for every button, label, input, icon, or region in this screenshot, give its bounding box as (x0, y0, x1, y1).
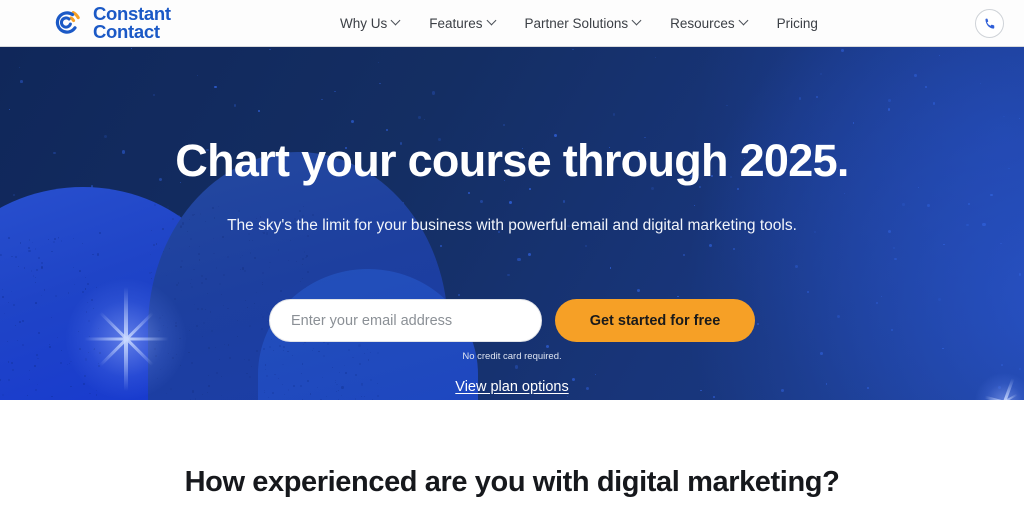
site-header: Constant Contact Why Us Features Partner… (0, 0, 1024, 47)
chevron-down-icon (392, 17, 401, 26)
hero-content: Chart your course through 2025. The sky'… (0, 47, 1024, 400)
hero-headline: Chart your course through 2025. (175, 135, 849, 186)
logo-wordmark: Constant Contact (93, 4, 171, 43)
nav-label: Partner Solutions (524, 16, 629, 31)
hero-section: Chart your course through 2025. The sky'… (0, 47, 1024, 400)
no-credit-card-note: No credit card required. (462, 351, 562, 362)
constant-contact-swirl-icon (50, 5, 86, 41)
view-plan-options-link[interactable]: View plan options (455, 379, 568, 395)
get-started-button[interactable]: Get started for free (555, 299, 755, 342)
chevron-down-icon (740, 17, 749, 26)
lower-section: How experienced are you with digital mar… (0, 400, 1024, 512)
logo[interactable]: Constant Contact (50, 4, 171, 43)
chevron-down-icon (633, 17, 642, 26)
section-title: How experienced are you with digital mar… (184, 466, 840, 498)
nav-label: Resources (670, 16, 735, 31)
nav-item-resources[interactable]: Resources (670, 16, 749, 31)
nav-item-partner-solutions[interactable]: Partner Solutions (525, 16, 643, 31)
nav-label: Why Us (340, 16, 388, 31)
nav-item-why-us[interactable]: Why Us (340, 16, 401, 31)
nav-item-pricing[interactable]: Pricing (777, 16, 818, 31)
view-plan-options-link-wrap: View plan options (0, 378, 1024, 396)
page-root: Constant Contact Why Us Features Partner… (0, 0, 1024, 512)
main-nav: Why Us Features Partner Solutions Resour… (340, 0, 818, 47)
hero-subheadline: The sky's the limit for your business wi… (227, 217, 797, 234)
nav-item-features[interactable]: Features (429, 16, 496, 31)
phone-icon (984, 18, 994, 29)
nav-label: Features (429, 16, 483, 31)
logo-line-2: Contact (93, 21, 160, 43)
signup-form: Get started for free (0, 299, 1024, 342)
phone-button[interactable] (975, 9, 1004, 38)
nav-label: Pricing (776, 16, 818, 31)
email-input[interactable] (269, 299, 542, 342)
chevron-down-icon (488, 17, 497, 26)
